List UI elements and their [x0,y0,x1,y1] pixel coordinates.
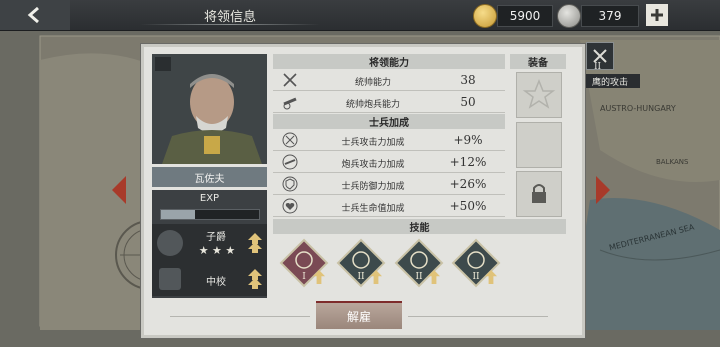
lock-icon [532,184,546,203]
stat-row: 统帅能力 38 [273,70,505,91]
stat-label: 士兵生命值加成 [341,204,405,214]
stat-value: +12% [449,155,487,169]
skill-slot[interactable]: I [279,238,329,288]
medal-amount: 379 [581,5,639,27]
plus-icon [651,9,663,21]
stat-value: +26% [449,177,487,191]
title-rank-name: 子爵 [206,232,226,243]
stat-row: 士兵生命值加成 +50% [273,196,505,217]
stat-value: 50 [460,95,476,109]
exp-bar-fill [161,210,196,219]
skill-slot[interactable]: II [336,238,386,288]
laurel-icon [157,230,183,256]
skill-slot[interactable]: II [394,238,444,288]
title-upgrade-icon[interactable] [247,232,263,254]
soldier-header: 士兵加成 [273,114,505,129]
stat-row: 统帅炮兵能力 50 [273,92,505,113]
stat-row: 士兵防御力加成 +26% [273,174,505,195]
page-title: 将领信息 [203,10,256,25]
cannon-icon [283,97,297,110]
add-resource-button[interactable] [646,4,668,26]
artillery-icon [282,154,298,170]
equipment-slot-3[interactable] [516,171,562,217]
military-rank-name: 中校 [206,277,226,288]
title-underline [140,24,320,25]
map-label-austro-hungary: AUSTRO-HUNGARY [600,104,676,113]
equipment-slot-2[interactable] [516,122,562,168]
stat-label: 统帅炮兵能力 [345,100,400,110]
back-arrow-icon [27,6,39,24]
rank-chevron-icon [159,268,181,290]
map-label-balkans: BALKANS [656,158,689,166]
stat-value: 38 [460,73,476,87]
divider-left [170,316,310,317]
military-rank-row: 中校 [152,262,267,296]
equipment-header: 装备 [510,54,566,69]
attack-icon [282,132,298,148]
crossed-swords-icon [283,73,297,87]
stat-label: 统帅能力 [354,78,391,88]
stat-row: 士兵攻击力加成 +9% [273,130,505,151]
defense-icon [282,176,298,192]
map-unit-level: II [594,62,602,72]
back-button[interactable] [0,0,70,30]
stat-label: 炮兵攻击力加成 [341,160,405,170]
ability-header: 将领能力 [273,54,505,69]
stat-label: 士兵攻击力加成 [341,138,405,148]
stat-label: 士兵防御力加成 [341,182,405,192]
portrait-badge-icon [155,57,171,71]
equipment-slot-1[interactable] [516,72,562,118]
rank-upgrade-icon[interactable] [247,268,263,290]
exp-label: EXP [199,193,220,204]
skills-header: 技能 [273,219,566,234]
medal-icon [557,4,581,28]
gold-amount: 5900 [497,5,553,27]
stat-value: +9% [453,133,483,147]
divider-right [408,316,548,317]
star-medal-icon [522,78,556,109]
health-icon [282,198,298,214]
general-portrait [152,54,267,164]
skill-slot[interactable]: II [451,238,501,288]
gold-coin-icon [473,4,497,28]
title-stars: ★ ★ ★ [198,244,236,257]
dismiss-button[interactable]: 解雇 [316,301,402,329]
title-rank-row: 子爵 ★ ★ ★ [152,224,267,262]
map-unit-label: 鹰的攻击 [580,74,640,88]
exp-bar [160,209,260,220]
stat-row: 炮兵攻击力加成 +12% [273,152,505,173]
stat-value: +50% [449,199,487,213]
general-name: 瓦佐夫 [152,167,267,187]
